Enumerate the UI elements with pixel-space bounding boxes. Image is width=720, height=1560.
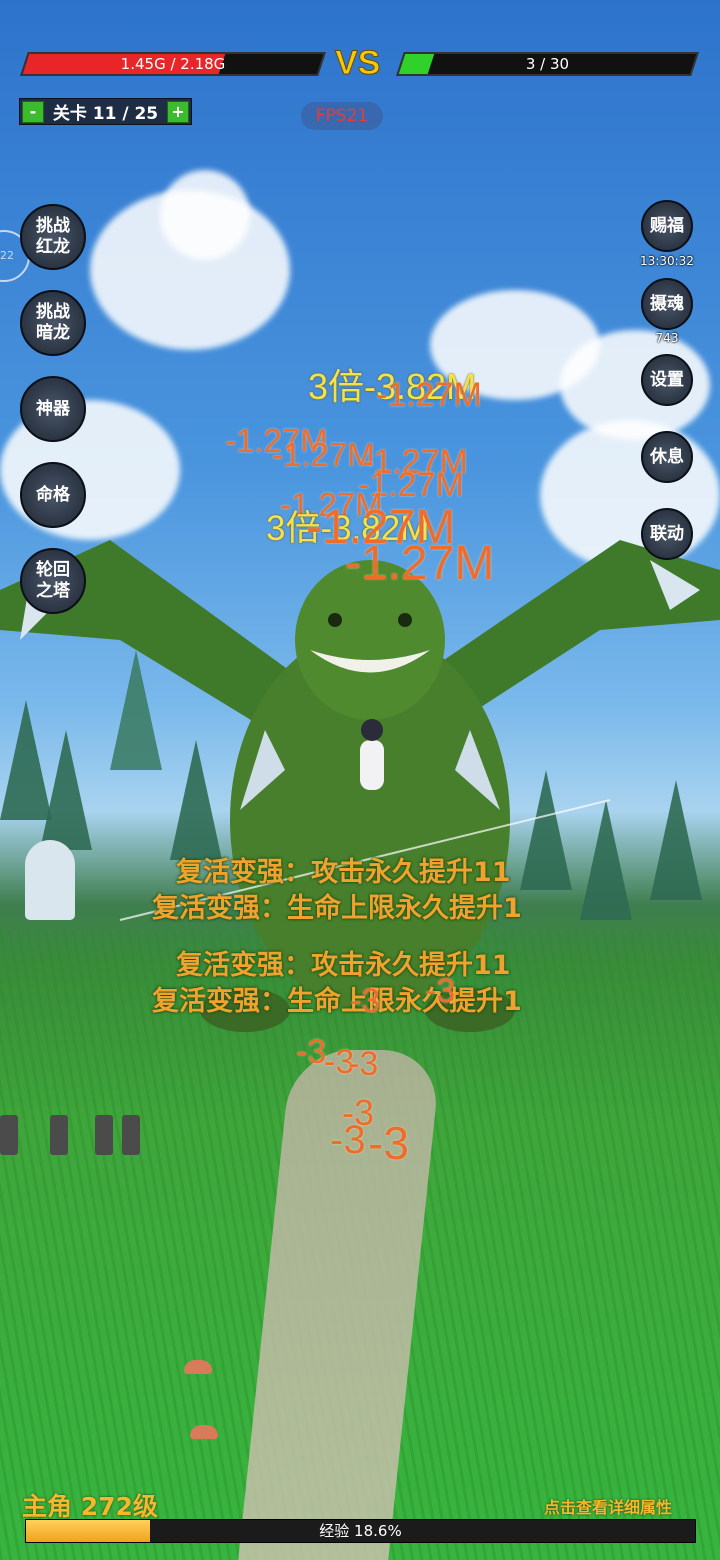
tree-stump: [0, 1115, 18, 1155]
buff-message: 复活变强：攻击永久提升11: [176, 857, 511, 888]
reincarnation-tower-button[interactable]: 轮回 之塔: [20, 548, 86, 614]
fate-button[interactable]: 命格: [20, 462, 86, 528]
small-damage-text: -3: [350, 982, 381, 1020]
fps-counter: FPS21: [301, 102, 383, 130]
collab-button[interactable]: 联动: [641, 508, 693, 560]
small-damage-text: -3: [425, 972, 456, 1010]
enemy-progress-bar: 3 / 30: [396, 52, 699, 76]
stage-selector: - 关卡 11 / 25 +: [19, 98, 192, 125]
damage-text: -1.27M: [376, 376, 482, 414]
tree-stump: [50, 1115, 68, 1155]
soul-capture-button[interactable]: 摄魂: [641, 278, 693, 330]
tree-stump: [95, 1115, 113, 1155]
stage-label: 关卡 11 / 25: [52, 104, 159, 124]
stage-minus-button[interactable]: -: [22, 100, 44, 123]
settings-button[interactable]: 设置: [641, 354, 693, 406]
small-damage-text: -3: [330, 1118, 366, 1162]
buff-message: 复活变强：生命上限永久提升1: [152, 986, 522, 1017]
buff-message: 复活变强：攻击永久提升11: [176, 950, 511, 981]
player-hp-bar: 1.45G / 2.18G: [20, 52, 326, 76]
player-hp-text: 1.45G / 2.18G: [120, 55, 226, 73]
artifact-button[interactable]: 神器: [20, 376, 86, 442]
blessing-timer: 13:30:32: [640, 254, 694, 268]
player-name-level: 主角 272级: [22, 1492, 158, 1521]
small-damage-text: -3: [348, 1045, 379, 1083]
blessing-button[interactable]: 赐福: [641, 200, 693, 252]
damage-text: -1.27M: [345, 537, 495, 590]
mushroom: [190, 1425, 218, 1439]
mushroom: [184, 1360, 212, 1374]
small-damage-text: -3: [296, 1033, 327, 1071]
small-damage-text: -3: [368, 1117, 409, 1169]
tree-stump: [122, 1115, 140, 1155]
experience-bar: 经验 18.6%: [25, 1519, 696, 1543]
challenge-dark-dragon-button[interactable]: 挑战 暗龙: [20, 290, 86, 356]
soul-count: 743: [655, 331, 679, 345]
cloud: [160, 170, 250, 260]
vs-label: VS: [334, 44, 381, 83]
stage-plus-button[interactable]: +: [167, 100, 189, 123]
enemy-count-text: 3 / 30: [525, 55, 570, 73]
rest-button[interactable]: 休息: [641, 431, 693, 483]
challenge-red-dragon-button[interactable]: 挑战 红龙: [20, 204, 86, 270]
experience-text: 经验 18.6%: [319, 1522, 402, 1540]
game-scene[interactable]: [0, 0, 720, 1560]
view-details-link[interactable]: 点击查看详细属性: [544, 1494, 672, 1518]
buff-message: 复活变强：生命上限永久提升1: [152, 893, 522, 924]
